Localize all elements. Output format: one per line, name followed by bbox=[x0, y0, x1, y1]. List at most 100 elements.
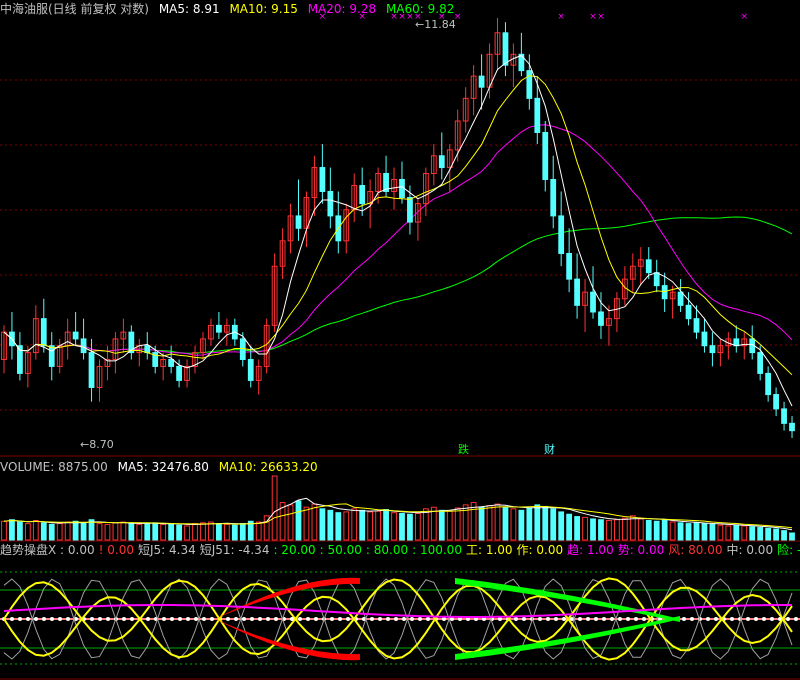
indicator-dot bbox=[90, 617, 94, 621]
indicator-item-8: 工: 1.00 bbox=[465, 543, 513, 557]
indicator-dot bbox=[538, 617, 542, 621]
indicator-item-14: 险: -80.00 bbox=[777, 543, 800, 557]
volume-bar bbox=[486, 505, 493, 541]
indicator-dot bbox=[18, 617, 22, 621]
indicator-dot bbox=[258, 617, 262, 621]
candle-body bbox=[80, 338, 87, 354]
volume-bar bbox=[757, 527, 764, 541]
volume-bar bbox=[526, 507, 533, 541]
candle-body bbox=[72, 331, 79, 340]
volume-bar bbox=[542, 505, 549, 541]
candle-body bbox=[566, 252, 573, 280]
candle-body bbox=[677, 291, 684, 306]
volume-ma5: MA5: 32476.80 bbox=[117, 460, 209, 474]
indicator-dot bbox=[682, 617, 686, 621]
indicator-dot bbox=[106, 617, 110, 621]
volume-bar bbox=[407, 513, 413, 541]
volume-bar bbox=[216, 523, 222, 541]
indicator-item-0: 趋势操盘X : 0.00 bbox=[0, 543, 95, 557]
volume-bar bbox=[677, 522, 684, 541]
volume-ma10: MA10: 26633.20 bbox=[218, 460, 318, 474]
indicator-dot bbox=[618, 617, 622, 621]
volume-bar bbox=[629, 515, 636, 541]
indicator-dot bbox=[626, 617, 630, 621]
signal-marker: × bbox=[557, 12, 565, 22]
volume-bar bbox=[56, 523, 63, 541]
volume-bar bbox=[590, 518, 596, 541]
indicator-item-2: 短J5: 4.34 bbox=[137, 543, 196, 557]
volume-bar bbox=[645, 519, 652, 541]
volume-bar bbox=[112, 522, 119, 541]
volume-bar bbox=[80, 522, 87, 541]
volume-bar bbox=[192, 523, 198, 541]
volume-bar bbox=[614, 519, 620, 541]
volume-bar bbox=[741, 525, 748, 541]
indicator-dot bbox=[426, 617, 430, 621]
candle-body bbox=[247, 358, 254, 381]
candle-body bbox=[526, 70, 533, 99]
indicator-dot bbox=[314, 617, 318, 621]
signal-marker: × bbox=[589, 12, 597, 22]
volume-bar bbox=[120, 521, 127, 541]
indicator-dot bbox=[410, 617, 414, 621]
indicator-dot bbox=[586, 617, 590, 621]
indicator-dot bbox=[746, 617, 750, 621]
indicator-green-band bbox=[455, 616, 680, 660]
indicator-item-1: ! 0.00 bbox=[98, 543, 134, 557]
indicator-dot bbox=[786, 617, 790, 621]
indicator-dot bbox=[210, 617, 214, 621]
indicator-dot bbox=[186, 617, 190, 621]
volume-bar bbox=[574, 516, 580, 541]
candle-body bbox=[653, 272, 660, 287]
volume-bar bbox=[709, 523, 716, 541]
volume-bar bbox=[383, 509, 389, 541]
indicator-dot bbox=[10, 617, 14, 621]
candle-body bbox=[319, 167, 326, 192]
candle-body bbox=[701, 331, 708, 347]
volume-bar bbox=[351, 508, 358, 541]
candle-body bbox=[757, 352, 764, 374]
indicator-item-10: 趋: 1.00 bbox=[567, 543, 614, 557]
indicator-item-6: : 80.00 bbox=[365, 543, 409, 557]
candle-body bbox=[216, 324, 222, 333]
indicator-dot bbox=[298, 617, 302, 621]
volume-bar bbox=[160, 523, 167, 541]
volume-bar bbox=[669, 521, 676, 541]
indicator-item-9: 作: 0.00 bbox=[516, 543, 564, 557]
candle-body bbox=[295, 215, 302, 229]
indicator-dot bbox=[66, 617, 70, 621]
indicator-dot bbox=[706, 617, 710, 621]
volume-bar bbox=[17, 521, 23, 541]
volume-bar bbox=[781, 530, 787, 541]
volume-bar bbox=[717, 524, 724, 541]
stock-chart[interactable]: × × × × × × × × × × × × bbox=[0, 0, 800, 680]
volume-bar bbox=[303, 506, 310, 541]
volume-bar bbox=[343, 511, 350, 541]
candle-body bbox=[574, 278, 580, 306]
volume-bar bbox=[446, 510, 453, 541]
indicator-dot bbox=[770, 617, 774, 621]
fall-signal-tag: 跌 bbox=[458, 443, 469, 456]
indicator-dot bbox=[610, 617, 614, 621]
candle-body bbox=[407, 197, 413, 223]
indicator-dot bbox=[34, 617, 38, 621]
indicator-dot bbox=[242, 617, 246, 621]
indicator-dot bbox=[690, 617, 694, 621]
candle-body bbox=[48, 345, 55, 367]
indicator-dot bbox=[50, 617, 54, 621]
candle-body bbox=[534, 97, 541, 133]
candle-body bbox=[789, 422, 795, 432]
volume-bar bbox=[176, 524, 182, 541]
volume-ma10-line bbox=[3, 503, 793, 529]
volume-bar bbox=[359, 509, 366, 541]
ma10-line bbox=[3, 75, 793, 376]
candle-body bbox=[685, 304, 692, 320]
indicator-dot bbox=[634, 617, 638, 621]
indicator-dot bbox=[130, 617, 134, 621]
candle-body bbox=[709, 345, 716, 354]
indicator-dot bbox=[522, 617, 526, 621]
ma20-polyline bbox=[3, 124, 793, 356]
indicator-dot bbox=[794, 617, 798, 621]
indicator-dot bbox=[274, 617, 278, 621]
volume-bar bbox=[693, 522, 700, 541]
